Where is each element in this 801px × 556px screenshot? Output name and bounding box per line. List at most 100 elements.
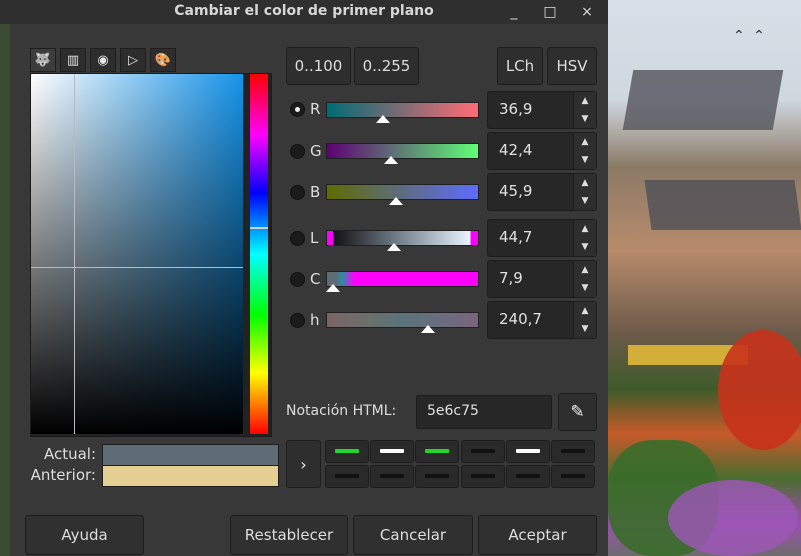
hue-marker[interactable] [250,227,268,229]
decrement-icon[interactable]: ▼ [574,192,596,210]
channel-r-spinbox[interactable]: 36,9 ▲ ▼ [487,91,597,129]
history-swatch[interactable] [461,440,505,463]
maximize-button[interactable]: □ [539,2,561,22]
increment-icon[interactable]: ▲ [574,133,596,151]
decrement-icon[interactable]: ▼ [574,151,596,169]
channel-c-radio[interactable] [290,272,305,287]
channel-r-handle[interactable] [375,115,390,123]
html-notation-label: Notación HTML: [286,403,397,419]
wheel-selector-tab[interactable]: ▷ [120,48,146,72]
channel-g-handle[interactable] [384,156,399,164]
channel-r-value: 36,9 [499,100,533,118]
gimp-selector-tab[interactable]: 🐺 [30,48,56,72]
channel-h-slider[interactable] [326,312,479,333]
increment-icon[interactable]: ▲ [574,220,596,238]
channel-b-slider[interactable] [326,184,479,205]
cmyk-icon: ▥ [66,52,80,68]
close-button[interactable]: × [576,2,598,22]
channel-h-radio[interactable] [290,313,305,328]
html-notation-input[interactable]: 5e6c75 [416,395,552,429]
range-255-button[interactable]: 0..255 [354,47,419,85]
channel-g-slider[interactable] [326,143,479,164]
history-swatch[interactable] [325,440,369,463]
saturation-value-area[interactable] [31,74,243,434]
purple-flowers [668,480,798,556]
channel-b-radio[interactable] [290,185,305,200]
cmyk-selector-tab[interactable]: ▥ [60,48,86,72]
history-swatch[interactable] [325,465,369,488]
history-swatch[interactable] [506,440,550,463]
channel-b-handle[interactable] [389,197,404,205]
channel-r-radio[interactable] [290,102,305,117]
channel-c-handle[interactable] [326,284,341,292]
channel-h-value: 240,7 [499,310,542,328]
increment-icon[interactable]: ▲ [574,174,596,192]
channel-b-spinbox[interactable]: 45,9 ▲ ▼ [487,173,597,211]
channel-h-label: h [310,311,320,329]
history-swatch[interactable] [415,465,459,488]
channel-g-radio[interactable] [290,144,305,159]
hue-strip[interactable] [250,74,268,434]
watercolor-selector-tab[interactable]: ◉ [90,48,116,72]
channel-c-label: C [310,270,321,288]
history-bar [471,449,495,453]
history-bar [335,449,359,453]
channel-b-value: 45,9 [499,182,533,200]
history-bar [380,474,404,478]
wilber-icon: 🐺 [34,52,52,68]
channel-l-handle[interactable] [387,243,402,251]
channel-l-radio[interactable] [290,231,305,246]
channel-h-spinbox[interactable]: 240,7 ▲ ▼ [487,301,597,339]
red-tree [718,330,801,450]
anterior-swatch[interactable] [102,465,279,487]
decrement-icon[interactable]: ▼ [574,320,596,338]
actual-swatch [102,444,279,466]
minimize-button[interactable]: _ [503,2,525,22]
increment-icon[interactable]: ▲ [574,261,596,279]
titlebar: Cambiar el color de primer plano _ □ × [0,0,608,24]
history-swatch[interactable] [551,440,595,463]
history-swatch[interactable] [370,440,414,463]
history-swatch[interactable] [415,440,459,463]
birds: ⌃ ⌃ [733,28,767,44]
history-bar [425,474,449,478]
decrement-icon[interactable]: ▼ [574,279,596,297]
ok-button[interactable]: Aceptar [478,515,597,555]
history-swatch[interactable] [506,465,550,488]
increment-icon[interactable]: ▲ [574,92,596,110]
channel-h-handle[interactable] [420,325,435,333]
window-edge [0,24,10,556]
channel-c-spinbox[interactable]: 7,9 ▲ ▼ [487,260,597,298]
history-bar [561,474,585,478]
color-picker-button[interactable]: ✎ [558,393,597,431]
history-swatch[interactable] [551,465,595,488]
channel-r-label: R [310,100,321,118]
channel-l-spinbox[interactable]: 44,7 ▲ ▼ [487,219,597,257]
palette-selector-tab[interactable]: 🎨 [150,48,176,72]
channel-l-label: L [310,229,319,247]
cancel-button[interactable]: Cancelar [353,515,473,555]
pagoda-roof-lower [644,180,801,230]
reset-button[interactable]: Restablecer [230,515,348,555]
decrement-icon[interactable]: ▼ [574,238,596,256]
channel-g-spinbox[interactable]: 42,4 ▲ ▼ [487,132,597,170]
channel-c-slider[interactable] [326,271,479,292]
range-100-button[interactable]: 0..100 [286,47,351,85]
channel-g-value: 42,4 [499,141,533,159]
crosshair-horizontal [31,267,243,268]
history-swatch[interactable] [461,465,505,488]
help-button[interactable]: Ayuda [25,515,144,555]
channel-r-slider[interactable] [326,102,479,123]
eyedropper-icon: ✎ [570,402,585,422]
channel-l-slider[interactable] [326,230,479,251]
channel-c-value: 7,9 [499,269,523,287]
history-bar [516,474,540,478]
color-dialog: Cambiar el color de primer plano _ □ × 🐺… [0,0,608,556]
history-bar [471,474,495,478]
increment-icon[interactable]: ▲ [574,302,596,320]
lch-button[interactable]: LCh [497,47,543,85]
hsv-button[interactable]: HSV [547,47,597,85]
history-add-button[interactable]: › [286,440,321,488]
history-swatch[interactable] [370,465,414,488]
decrement-icon[interactable]: ▼ [574,110,596,128]
